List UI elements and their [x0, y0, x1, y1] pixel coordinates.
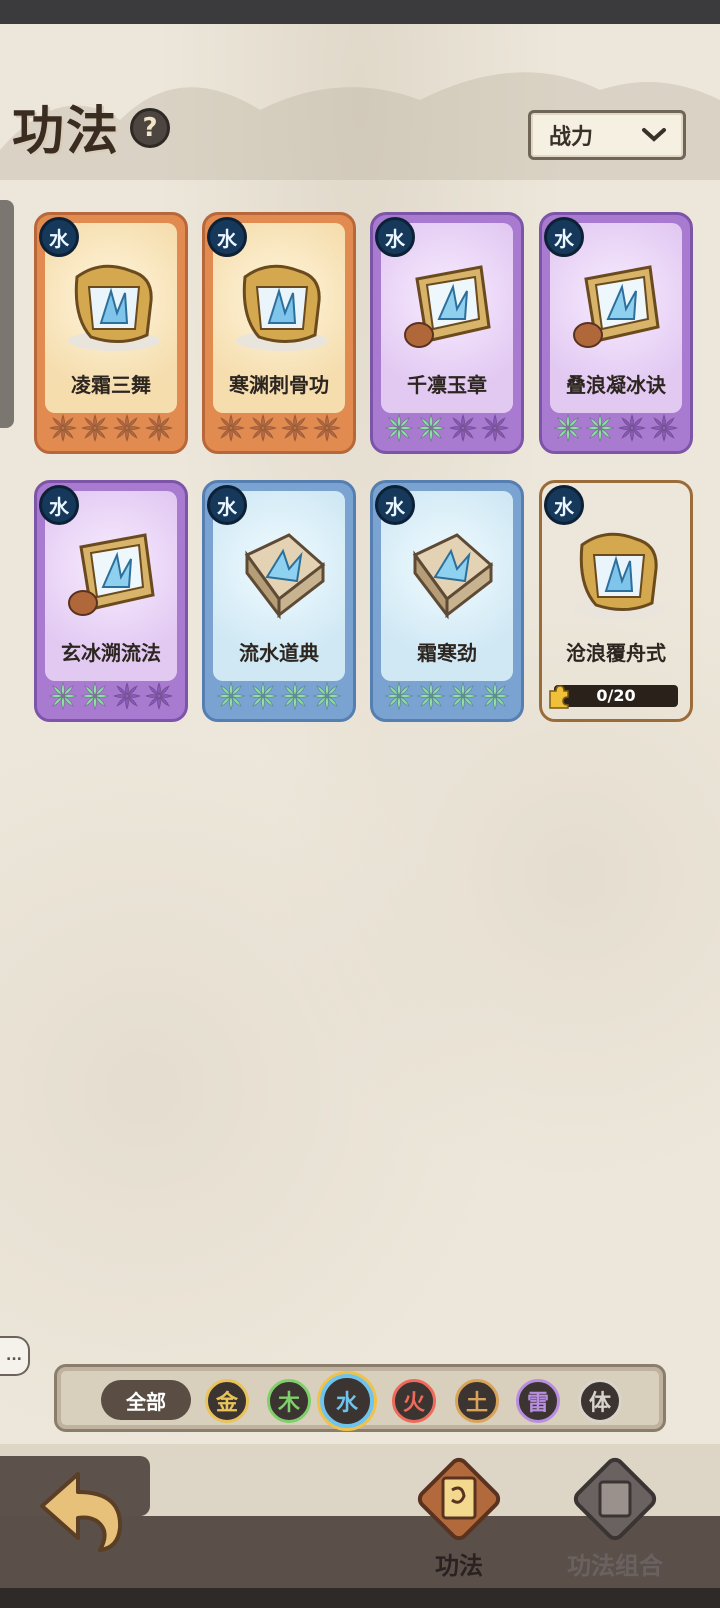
star-empty-icon — [48, 413, 78, 443]
star-lit-icon — [248, 681, 278, 711]
star-empty-icon — [144, 681, 174, 711]
gongfa-card[interactable]: 水寒渊刺骨功 — [202, 212, 356, 454]
chevron-down-icon — [642, 128, 666, 142]
star-empty-icon — [112, 681, 142, 711]
star-lit-icon — [216, 681, 246, 711]
star-empty-icon — [80, 413, 110, 443]
star-rating — [205, 413, 353, 443]
element-badge: 水 — [375, 485, 415, 525]
skill-art-icon — [229, 257, 335, 353]
skill-art-icon — [397, 525, 503, 621]
star-lit-icon — [80, 681, 110, 711]
star-lit-icon — [48, 681, 78, 711]
page-title: 功法 — [12, 100, 121, 162]
card-name: 千凛玉章 — [407, 373, 487, 397]
star-lit-icon — [416, 681, 446, 711]
gongfa-card[interactable]: 水叠浪凝冰诀 — [539, 212, 693, 454]
fragment-progress: 0/20 — [554, 685, 678, 707]
gongfa-card[interactable]: 水玄冰溯流法 — [34, 480, 188, 722]
tab-gongfa[interactable]: 功法 — [394, 1446, 524, 1596]
filter-element-button[interactable]: 体 — [578, 1379, 622, 1423]
element-badge: 水 — [39, 217, 79, 257]
filter-element-button[interactable]: 木 — [267, 1379, 311, 1423]
star-rating — [373, 413, 521, 443]
star-empty-icon — [144, 413, 174, 443]
star-lit-icon — [384, 413, 414, 443]
star-rating — [205, 681, 353, 711]
skill-art-icon — [229, 525, 335, 621]
sort-dropdown[interactable]: 战力 — [528, 110, 686, 160]
card-name: 叠浪凝冰诀 — [566, 373, 666, 397]
star-lit-icon — [480, 681, 510, 711]
star-empty-icon — [448, 413, 478, 443]
element-badge: 水 — [544, 217, 584, 257]
back-arrow-icon[interactable] — [34, 1466, 130, 1556]
filter-element-button[interactable]: 土 — [455, 1379, 499, 1423]
gongfa-card[interactable]: 水千凛玉章 — [370, 212, 524, 454]
filter-all-button[interactable]: 全部 — [101, 1380, 191, 1420]
skill-art-icon — [566, 257, 672, 353]
card-name: 凌霜三舞 — [71, 373, 151, 397]
star-empty-icon — [112, 413, 142, 443]
element-badge: 水 — [207, 217, 247, 257]
gongfa-card[interactable]: 水沧浪覆舟式 0/20 — [539, 480, 693, 722]
skill-art-icon — [397, 257, 503, 353]
star-lit-icon — [416, 413, 446, 443]
tab-gongfa-combo[interactable]: 功法组合 — [550, 1446, 680, 1596]
star-lit-icon — [312, 681, 342, 711]
star-empty-icon — [617, 413, 647, 443]
star-empty-icon — [248, 413, 278, 443]
filter-element-button[interactable]: 火 — [392, 1379, 436, 1423]
card-name: 流水道典 — [239, 641, 319, 665]
help-icon[interactable]: ? — [130, 108, 171, 148]
star-empty-icon — [280, 413, 310, 443]
card-name: 玄冰溯流法 — [61, 641, 161, 665]
skill-art-icon — [61, 525, 167, 621]
element-badge: 水 — [207, 485, 247, 525]
star-rating — [373, 681, 521, 711]
star-rating — [37, 413, 185, 443]
element-badge: 水 — [375, 217, 415, 257]
gongfa-book-icon — [417, 1457, 501, 1541]
star-empty-icon — [312, 413, 342, 443]
tab-gongfa-label: 功法 — [435, 1552, 483, 1580]
element-filter-bar: 全部 金木水火土雷体 — [54, 1364, 666, 1432]
star-empty-icon — [216, 413, 246, 443]
gongfa-card[interactable]: 水霜寒劲 — [370, 480, 524, 722]
filter-element-button[interactable]: 雷 — [516, 1379, 560, 1423]
star-lit-icon — [585, 413, 615, 443]
sort-selected: 战力 — [549, 125, 594, 150]
star-lit-icon — [448, 681, 478, 711]
filter-element-button[interactable]: 金 — [205, 1379, 249, 1423]
gongfa-card[interactable]: 水流水道典 — [202, 480, 356, 722]
star-rating — [542, 413, 690, 443]
card-name: 霜寒劲 — [417, 641, 477, 665]
filter-element-button[interactable]: 水 — [320, 1374, 374, 1428]
side-drawer-handle[interactable] — [0, 200, 14, 428]
star-rating — [37, 681, 185, 711]
card-name: 寒渊刺骨功 — [229, 373, 329, 397]
star-empty-icon — [480, 413, 510, 443]
gongfa-card[interactable]: 水凌霜三舞 — [34, 212, 188, 454]
star-lit-icon — [384, 681, 414, 711]
element-badge: 水 — [39, 485, 79, 525]
chat-button[interactable]: ... — [0, 1336, 30, 1376]
star-lit-icon — [553, 413, 583, 443]
puzzle-piece-icon — [548, 685, 570, 709]
status-bar — [0, 0, 720, 24]
element-badge: 水 — [544, 485, 584, 525]
star-lit-icon — [280, 681, 310, 711]
page-header: 功法 ? — [12, 86, 171, 166]
card-name: 沧浪覆舟式 — [566, 641, 666, 665]
star-empty-icon — [649, 413, 679, 443]
tab-gongfa-combo-label: 功法组合 — [567, 1552, 663, 1580]
skill-art-icon — [61, 257, 167, 353]
skill-art-icon — [566, 525, 672, 621]
gongfa-combo-icon — [573, 1457, 657, 1541]
chat-icon: ... — [6, 1348, 22, 1364]
